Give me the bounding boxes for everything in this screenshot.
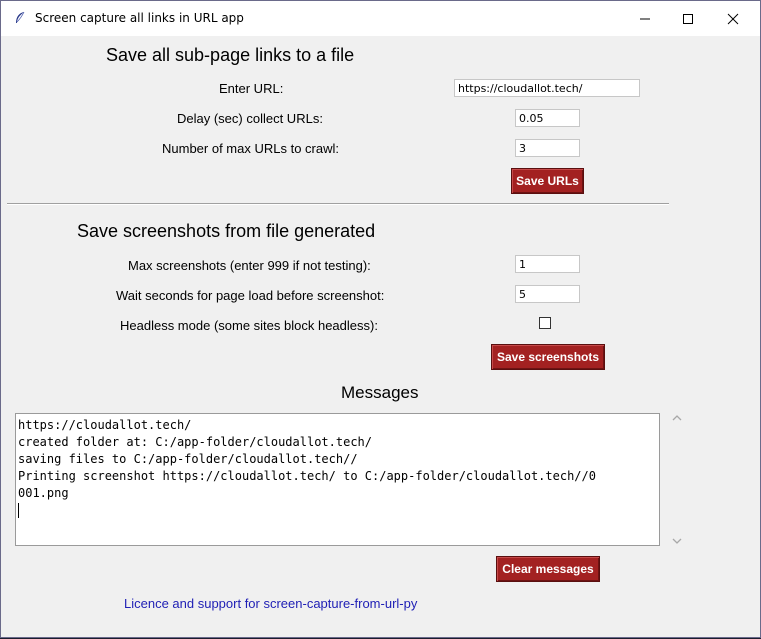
message-line: https://cloudallot.tech/: [18, 418, 192, 432]
delay-input[interactable]: [515, 109, 580, 127]
max-screenshots-label: Max screenshots (enter 999 if not testin…: [128, 258, 371, 273]
delay-label: Delay (sec) collect URLs:: [177, 111, 323, 126]
feather-icon: [13, 11, 27, 25]
max-urls-label: Number of max URLs to crawl:: [162, 141, 339, 156]
message-line: saving files to C:/app-folder/cloudallot…: [18, 452, 358, 466]
save-urls-button[interactable]: Save URLs: [511, 168, 584, 194]
close-button[interactable]: [710, 1, 756, 36]
headless-checkbox[interactable]: [539, 317, 551, 329]
scroll-up-icon: [672, 415, 682, 421]
message-line: created folder at: C:/app-folder/cloudal…: [18, 435, 373, 449]
window-title: Screen capture all links in URL app: [35, 11, 244, 25]
headless-label: Headless mode (some sites block headless…: [120, 318, 378, 333]
messages-heading: Messages: [341, 383, 419, 402]
links-section-heading: Save all sub-page links to a file: [106, 45, 355, 65]
close-icon: [727, 13, 739, 24]
screenshots-section-heading: Save screenshots from file generated: [77, 221, 376, 241]
save-screenshots-button[interactable]: Save screenshots: [491, 344, 605, 370]
messages-scrollbar[interactable]: [669, 411, 686, 548]
max-screenshots-input[interactable]: [515, 255, 580, 273]
message-line: Printing screenshot https://cloudallot.t…: [18, 469, 596, 483]
wait-seconds-label: Wait seconds for page load before screen…: [116, 288, 385, 303]
scroll-down-icon: [672, 538, 682, 544]
minimize-icon: [640, 18, 650, 19]
url-input[interactable]: [454, 79, 640, 97]
wait-seconds-input[interactable]: [515, 285, 580, 303]
section-divider: [7, 203, 669, 205]
licence-support-link[interactable]: Licence and support for screen-capture-f…: [124, 596, 417, 611]
message-line: 001.png: [18, 486, 69, 500]
messages-textbox[interactable]: https://cloudallot.tech/ created folder …: [15, 413, 660, 546]
app-window: Screen capture all links in URL app Save…: [0, 0, 761, 638]
text-cursor: [18, 503, 19, 518]
max-urls-input[interactable]: [515, 139, 580, 157]
url-label: Enter URL:: [219, 81, 284, 96]
title-bar[interactable]: Screen capture all links in URL app: [1, 1, 760, 36]
maximize-icon: [683, 13, 693, 24]
minimize-button[interactable]: [622, 1, 668, 36]
clear-messages-button[interactable]: Clear messages: [496, 556, 600, 582]
maximize-button[interactable]: [665, 1, 711, 36]
